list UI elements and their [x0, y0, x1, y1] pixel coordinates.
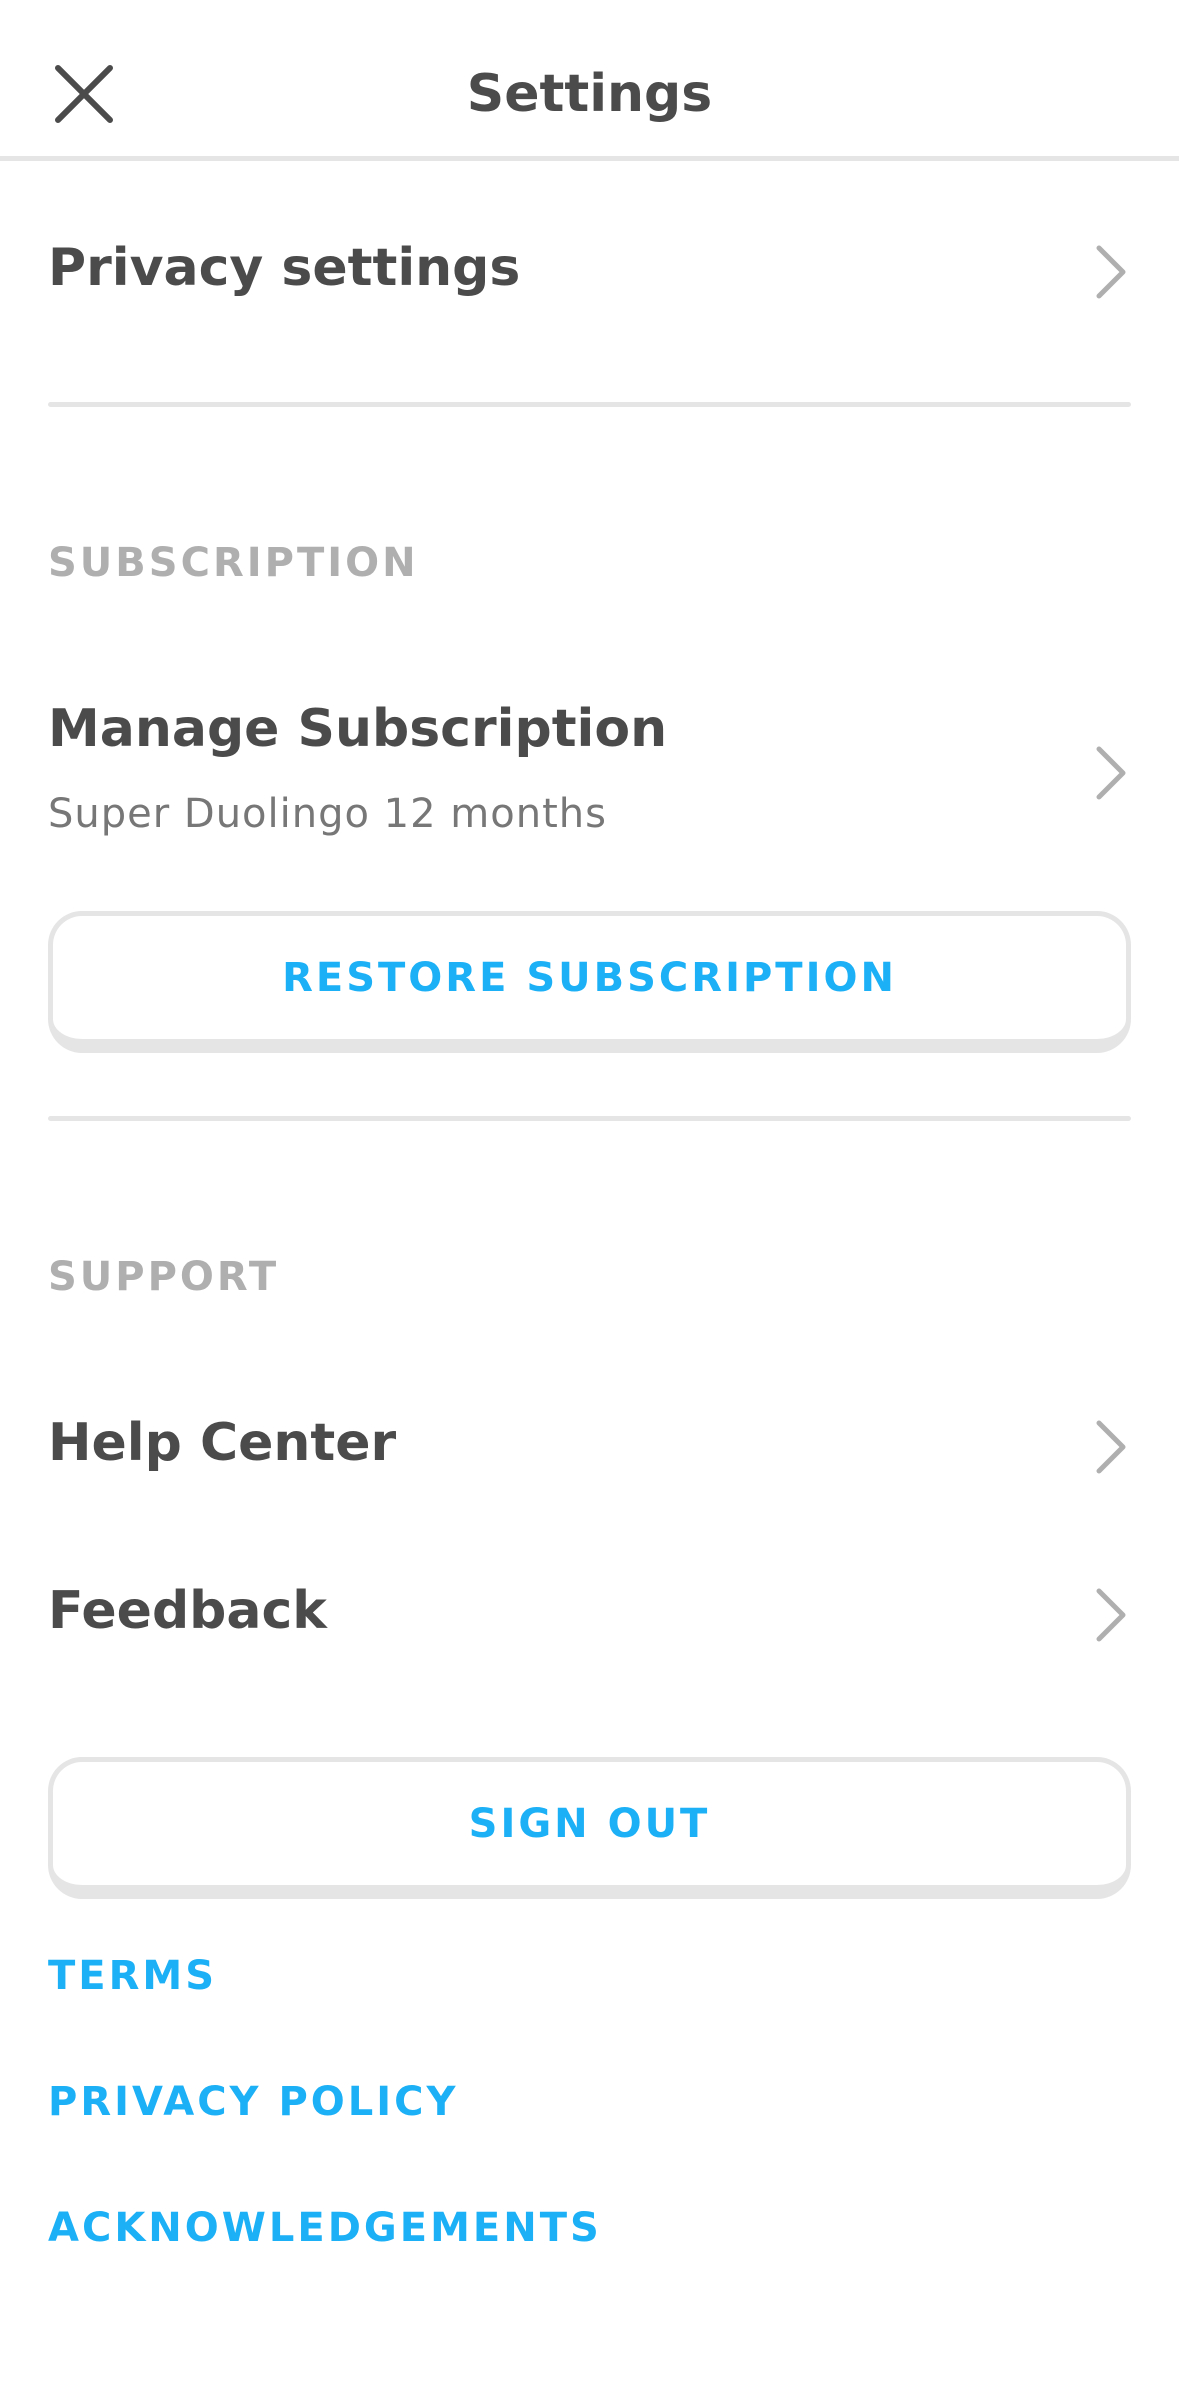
chevron-right-icon — [1096, 1588, 1126, 1642]
manage-subscription-label: Manage Subscription — [48, 699, 668, 759]
divider — [48, 402, 1131, 407]
feedback-label: Feedback — [48, 1581, 327, 1641]
subscription-plan-text: Super Duolingo 12 months — [48, 791, 607, 837]
manage-subscription-row[interactable]: Manage Subscription Super Duolingo 12 mo… — [48, 695, 1131, 850]
feedback-row[interactable]: Feedback — [48, 1573, 1131, 1659]
restore-subscription-button[interactable]: RESTORE SUBSCRIPTION — [48, 911, 1131, 1053]
header-bar: Settings — [0, 0, 1179, 161]
sign-out-button[interactable]: SIGN OUT — [48, 1757, 1131, 1899]
subscription-section-label: SUBSCRIPTION — [48, 540, 419, 586]
divider — [48, 1116, 1131, 1121]
chevron-right-icon — [1096, 746, 1126, 800]
privacy-settings-row[interactable]: Privacy settings — [48, 230, 1131, 316]
privacy-settings-label: Privacy settings — [48, 238, 521, 298]
terms-link[interactable]: TERMS — [48, 1953, 217, 1999]
chevron-right-icon — [1096, 245, 1126, 299]
support-section-label: SUPPORT — [48, 1254, 280, 1300]
help-center-row[interactable]: Help Center — [48, 1405, 1131, 1491]
acknowledgements-link[interactable]: ACKNOWLEDGEMENTS — [48, 2205, 602, 2251]
help-center-label: Help Center — [48, 1413, 397, 1473]
privacy-policy-link[interactable]: PRIVACY POLICY — [48, 2079, 458, 2125]
chevron-right-icon — [1096, 1420, 1126, 1474]
page-title: Settings — [466, 64, 713, 124]
